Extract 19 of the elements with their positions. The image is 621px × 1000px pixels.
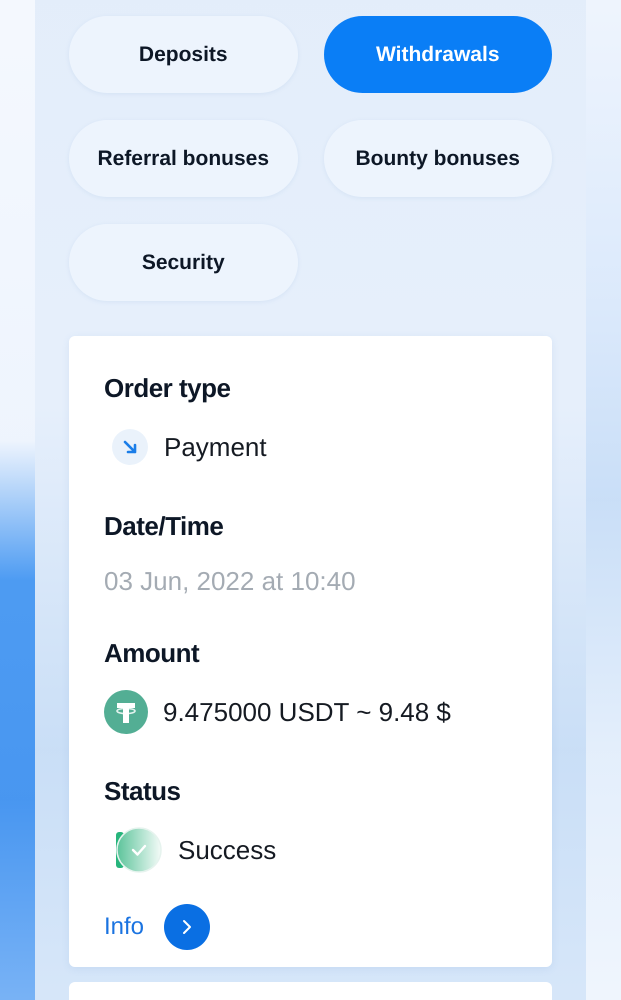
status-text: Success — [178, 834, 276, 866]
filter-tab[interactable]: Deposits — [69, 16, 298, 93]
chevron-right-icon — [182, 919, 192, 935]
amount-label: Amount — [104, 637, 200, 669]
order-type-label: Order type — [104, 372, 230, 404]
status-label: Status — [104, 775, 180, 807]
success-check-icon — [114, 827, 162, 873]
arrow-down-right-icon — [112, 429, 148, 465]
date-time-text: 03 Jun, 2022 at 10:40 — [104, 565, 356, 597]
info-link[interactable]: Info — [104, 912, 144, 942]
next-button[interactable] — [164, 904, 210, 950]
coin-icon — [104, 690, 148, 734]
filter-tab[interactable]: Security — [69, 224, 298, 301]
date-time-label: Date/Time — [104, 510, 224, 542]
amount-text: 9.475000 USDT ~ 9.48 $ — [163, 696, 451, 728]
payment-type-text: Payment — [164, 431, 267, 463]
filter-tab[interactable]: Withdrawals — [324, 16, 552, 93]
filter-tab[interactable]: Referral bonuses — [69, 120, 298, 197]
filter-tab[interactable]: Bounty bonuses — [324, 120, 552, 197]
